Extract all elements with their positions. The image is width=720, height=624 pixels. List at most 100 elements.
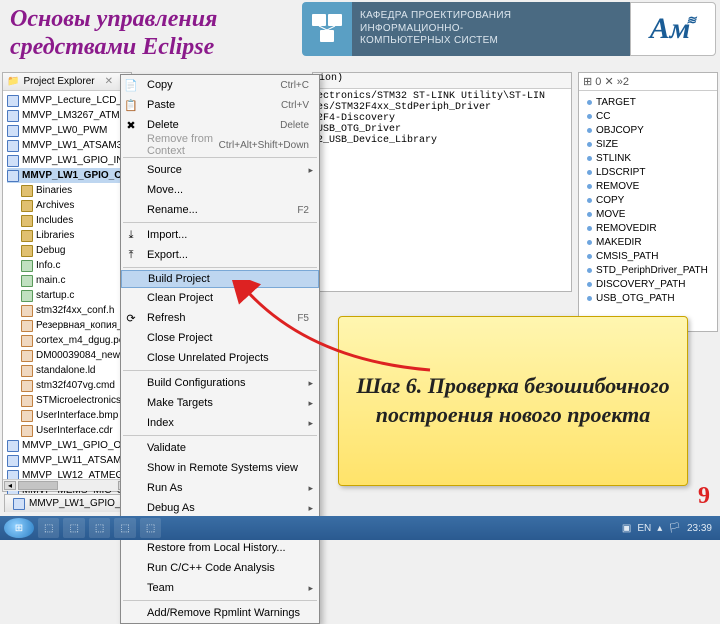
tree-item-label: MMVP_LW1_GPIO_IN xyxy=(22,155,124,166)
tree-item[interactable]: MMVP_LM3267_ATME xyxy=(7,108,131,123)
tree-item-label: Archives xyxy=(36,200,74,211)
close-icon[interactable]: ✕ xyxy=(105,76,113,87)
tree-item[interactable]: cortex_m4_dgug.pc xyxy=(7,333,131,348)
menu-item-build-configurations[interactable]: Build Configurations xyxy=(121,373,319,393)
scroll-left-icon[interactable]: ◂ xyxy=(4,481,16,490)
menu-item-add-remove-rpmlint-warnings[interactable]: Add/Remove Rpmlint Warnings xyxy=(121,603,319,623)
taskbar-app-3[interactable]: ⬚ xyxy=(89,518,110,538)
fC-icon xyxy=(21,185,33,197)
editor-body[interactable]: ectronics/STM32 ST-LINK Utility\ST-LINes… xyxy=(317,91,567,146)
taskbar-app-5[interactable]: ⬚ xyxy=(140,518,161,538)
tree-item[interactable]: MMVP_Lecture_LCD_T xyxy=(7,93,131,108)
tree-item[interactable]: Libraries xyxy=(7,228,131,243)
outline-item[interactable]: MOVE xyxy=(579,207,717,221)
menu-item-debug-as[interactable]: Debug As xyxy=(121,498,319,518)
menu-item-index[interactable]: Index xyxy=(121,413,319,433)
menu-item-build-project[interactable]: Build Project xyxy=(121,270,319,288)
tree-item[interactable]: MMVP_LW11_ATSAM3 xyxy=(7,453,131,468)
menu-item-export[interactable]: ⤒Export... xyxy=(121,245,319,265)
taskbar-app-2[interactable]: ⬚ xyxy=(63,518,84,538)
tree-item[interactable]: startup.c xyxy=(7,288,131,303)
clock[interactable]: 23:39 xyxy=(687,523,712,534)
tree-item[interactable]: Info.c xyxy=(7,258,131,273)
tree-item[interactable]: Резервная_копия_ xyxy=(7,318,131,333)
menu-item-team[interactable]: Team xyxy=(121,578,319,598)
tree-item[interactable]: main.c xyxy=(7,273,131,288)
outline-item[interactable]: REMOVEDIR xyxy=(579,221,717,235)
menu-item-close-unrelated-projects[interactable]: Close Unrelated Projects xyxy=(121,348,319,368)
tray-flag-icon[interactable]: 🏳 xyxy=(668,523,681,534)
menu-item-import[interactable]: ⤓Import... xyxy=(121,225,319,245)
h-icon xyxy=(21,380,33,392)
menu-separator xyxy=(123,435,317,436)
horizontal-scrollbar[interactable]: ◂ ▸ xyxy=(3,479,131,491)
outline-item[interactable]: STLINK xyxy=(579,151,717,165)
outline-item[interactable]: SIZE xyxy=(579,137,717,151)
menu-item-refresh[interactable]: ⟳RefreshF5 xyxy=(121,308,319,328)
menu-item-run-c-c-code-analysis[interactable]: Run C/C++ Code Analysis xyxy=(121,558,319,578)
tree-item[interactable]: Includes xyxy=(7,213,131,228)
scroll-thumb[interactable] xyxy=(18,481,58,490)
menu-shortcut: Ctrl+Alt+Shift+Down xyxy=(219,140,309,151)
menu-item-restore-from-local-history[interactable]: Restore from Local History... xyxy=(121,538,319,558)
taskbar-app-4[interactable]: ⬚ xyxy=(114,518,135,538)
outline-item[interactable]: OBJCOPY xyxy=(579,123,717,137)
menu-item-copy[interactable]: 📄CopyCtrl+C xyxy=(121,75,319,95)
outline-toolbar[interactable]: ⊞ 0 ✕ »2 xyxy=(579,73,717,91)
menu-item-rename[interactable]: Rename...F2 xyxy=(121,200,319,220)
menu-item-show-in-remote-systems-view[interactable]: Show in Remote Systems view xyxy=(121,458,319,478)
menu-item-delete[interactable]: ✖DeleteDelete xyxy=(121,115,319,135)
project-icon xyxy=(13,498,25,510)
context-menu[interactable]: 📄CopyCtrl+C📋PasteCtrl+V✖DeleteDeleteRemo… xyxy=(120,74,320,624)
editor-tab[interactable]: ion) xyxy=(313,73,571,89)
menu-item-clean-project[interactable]: Clean Project xyxy=(121,288,319,308)
outline-item[interactable]: REMOVE xyxy=(579,179,717,193)
outline-item[interactable]: CMSIS_PATH xyxy=(579,249,717,263)
menu-item-paste[interactable]: 📋PasteCtrl+V xyxy=(121,95,319,115)
outline-item[interactable]: LDSCRIPT xyxy=(579,165,717,179)
editor-pane[interactable]: ion) ectronics/STM32 ST-LINK Utility\ST-… xyxy=(312,72,572,292)
tree-item[interactable]: stm32f407vg.cmd xyxy=(7,378,131,393)
folder-icon: 📁 xyxy=(7,76,19,87)
taskbar-app-1[interactable]: ⬚ xyxy=(38,518,59,538)
menu-item-source[interactable]: Source xyxy=(121,160,319,180)
outline-item[interactable]: DISCOVERY_PATH xyxy=(579,277,717,291)
menu-item-close-project[interactable]: Close Project xyxy=(121,328,319,348)
menu-item-move[interactable]: Move... xyxy=(121,180,319,200)
outline-item[interactable]: CC xyxy=(579,109,717,123)
tree-item[interactable]: MMVP_LW0_PWM xyxy=(7,123,131,138)
tree-item[interactable]: UserInterface.cdr xyxy=(7,423,131,438)
tree-item[interactable]: Debug xyxy=(7,243,131,258)
project-tree[interactable]: MMVP_Lecture_LCD_TMMVP_LM3267_ATMEMMVP_L… xyxy=(3,91,131,515)
outline-item[interactable]: MAKEDIR xyxy=(579,235,717,249)
outline-item[interactable]: USB_OTG_PATH xyxy=(579,291,717,305)
tree-item[interactable]: Archives xyxy=(7,198,131,213)
project-explorer-header[interactable]: 📁 Project Explorer ✕ xyxy=(3,73,131,91)
tree-item[interactable]: standalone.ld xyxy=(7,363,131,378)
tree-item[interactable]: DM00039084_new.p xyxy=(7,348,131,363)
tree-item[interactable]: UserInterface.bmp xyxy=(7,408,131,423)
tree-item[interactable]: Binaries xyxy=(7,183,131,198)
language-indicator[interactable]: EN xyxy=(637,523,651,534)
tree-item[interactable]: STMicroelectronics xyxy=(7,393,131,408)
outline-item[interactable]: COPY xyxy=(579,193,717,207)
outline-item[interactable]: TARGET xyxy=(579,95,717,109)
menu-item-run-as[interactable]: Run As xyxy=(121,478,319,498)
system-tray[interactable]: ▣ EN ▴ 🏳 23:39 xyxy=(622,523,716,534)
tray-icon[interactable]: ▣ xyxy=(622,523,631,534)
tree-item[interactable]: stm32f4xx_conf.h xyxy=(7,303,131,318)
tree-item[interactable]: MMVP_LW1_GPIO_OU xyxy=(7,438,131,453)
project-explorer-title: Project Explorer xyxy=(23,76,94,87)
tree-item[interactable]: MMVP_LW1_GPIO_IN xyxy=(7,153,131,168)
fP-icon xyxy=(7,170,19,182)
start-button[interactable]: ⊞ xyxy=(4,518,34,538)
outline-item[interactable]: STD_PeriphDriver_PATH xyxy=(579,263,717,277)
tree-item[interactable]: MMVP_LW1_GPIO_OU xyxy=(7,168,131,183)
taskbar[interactable]: ⊞ ⬚ ⬚ ⬚ ⬚ ⬚ ▣ EN ▴ 🏳 23:39 xyxy=(0,516,720,540)
outline-list[interactable]: TARGETCCOBJCOPYSIZESTLINKLDSCRIPTREMOVEC… xyxy=(579,91,717,309)
menu-separator xyxy=(123,267,317,268)
tray-up-icon[interactable]: ▴ xyxy=(657,523,662,534)
menu-item-validate[interactable]: Validate xyxy=(121,438,319,458)
menu-item-make-targets[interactable]: Make Targets xyxy=(121,393,319,413)
tree-item[interactable]: MMVP_LW1_ATSAM3N xyxy=(7,138,131,153)
